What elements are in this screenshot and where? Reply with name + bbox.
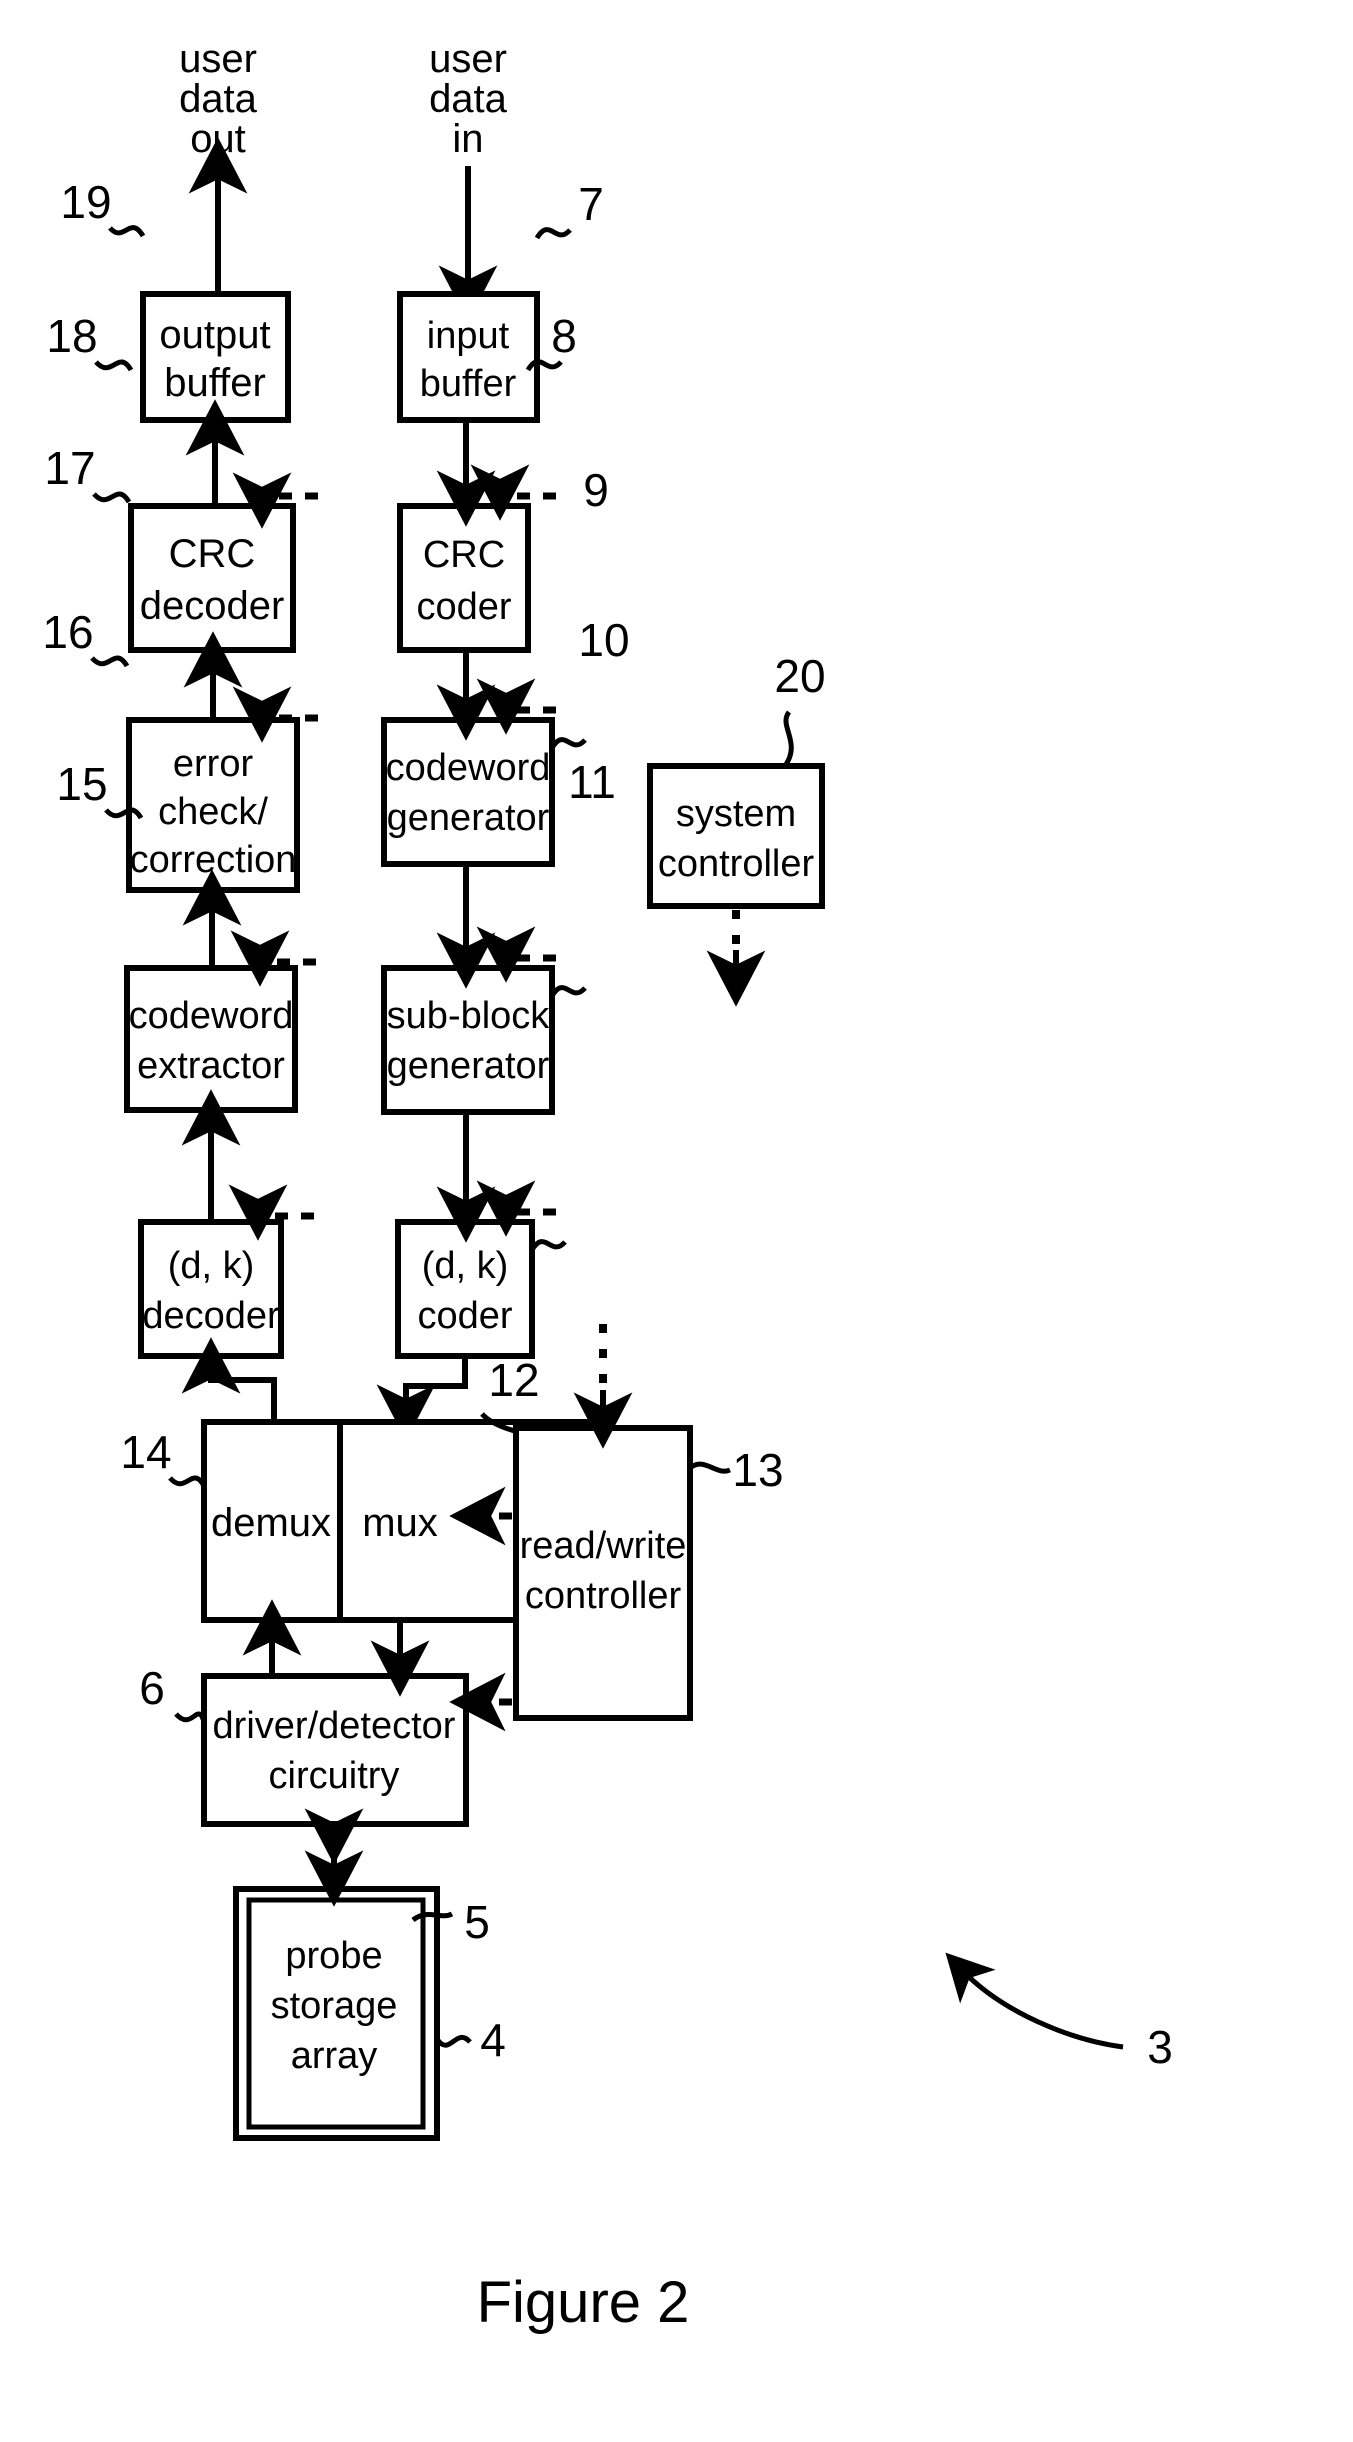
- node-error-check-correction[interactable]: error check/ correction: [126, 717, 300, 893]
- ref-16: 16: [42, 606, 130, 668]
- svg-text:sub-block: sub-block: [387, 995, 551, 1037]
- svg-text:storage: storage: [271, 1985, 398, 2027]
- ref-7: 7: [534, 178, 604, 240]
- control-stub-dk-decoder: [228, 1184, 314, 1241]
- ref-9: 9: [549, 464, 609, 750]
- svg-text:coder: coder: [417, 1295, 512, 1337]
- svg-text:driver/detector: driver/detector: [213, 1705, 456, 1747]
- svg-text:6: 6: [139, 1662, 165, 1714]
- svg-text:9: 9: [583, 464, 609, 516]
- svg-text:16: 16: [42, 606, 93, 658]
- user-data-in-label: user data in: [429, 37, 508, 161]
- svg-text:check/: check/: [158, 791, 268, 833]
- ref-3-overall: 3: [945, 1952, 1173, 2073]
- svg-text:controller: controller: [525, 1575, 682, 1617]
- ref-6: 6: [139, 1662, 207, 1723]
- svg-text:mux: mux: [362, 1501, 438, 1545]
- svg-text:probe: probe: [285, 1935, 382, 1977]
- control-stub-codeword-extractor: [230, 930, 316, 987]
- svg-text:user: user: [429, 37, 507, 81]
- svg-text:codeword: codeword: [386, 747, 551, 789]
- svg-text:circuitry: circuitry: [269, 1755, 400, 1797]
- ref-13: 13: [688, 1444, 784, 1496]
- svg-text:10: 10: [578, 614, 629, 666]
- ref-14: 14: [120, 1426, 207, 1488]
- svg-text:decoder: decoder: [140, 584, 285, 628]
- svg-text:buffer: buffer: [164, 361, 266, 405]
- svg-text:generator: generator: [387, 797, 550, 839]
- node-driver-detector[interactable]: driver/detector circuitry: [201, 1673, 469, 1827]
- svg-text:8: 8: [551, 310, 577, 362]
- read-write-controller-box[interactable]: [513, 1425, 693, 1721]
- wire-dkcoder-to-mux: [376, 1356, 468, 1441]
- node-sub-block-generator[interactable]: sub-block generator: [381, 965, 555, 1115]
- svg-text:extractor: extractor: [137, 1045, 285, 1087]
- patent-figure-2: user data out user data in output buffer…: [42, 37, 1173, 2335]
- svg-text:CRC: CRC: [423, 534, 505, 576]
- svg-text:coder: coder: [416, 586, 511, 628]
- control-stub-dk-coder: [476, 1180, 556, 1237]
- svg-text:read/write: read/write: [520, 1525, 687, 1567]
- svg-text:out: out: [190, 117, 246, 161]
- svg-text:12: 12: [488, 1354, 539, 1406]
- node-input-buffer[interactable]: input buffer: [397, 291, 540, 423]
- figure-caption: Figure 2: [477, 2270, 690, 2335]
- control-stub-crc-coder: [470, 464, 556, 521]
- control-stub-sub-block-generator: [476, 926, 556, 983]
- wire-demux-to-dkdecoder: [181, 1337, 277, 1420]
- node-crc-decoder[interactable]: CRC decoder: [128, 503, 296, 653]
- ref-4: 4: [434, 2014, 506, 2066]
- control-stub-error-check: [232, 686, 318, 743]
- svg-text:17: 17: [44, 442, 95, 494]
- svg-text:5: 5: [464, 1896, 490, 1948]
- ref-17: 17: [44, 442, 132, 504]
- svg-text:(d, k): (d, k): [422, 1245, 509, 1287]
- svg-text:demux: demux: [211, 1501, 331, 1545]
- svg-text:20: 20: [774, 650, 825, 702]
- svg-text:15: 15: [56, 758, 107, 810]
- svg-text:data: data: [429, 77, 508, 121]
- ref-19: 19: [60, 176, 146, 238]
- svg-text:CRC: CRC: [169, 532, 256, 576]
- svg-text:18: 18: [46, 310, 97, 362]
- node-dk-coder[interactable]: (d, k) coder: [395, 1219, 535, 1359]
- node-codeword-generator[interactable]: codeword generator: [381, 717, 555, 867]
- node-codeword-extractor[interactable]: codeword extractor: [124, 965, 298, 1113]
- svg-text:in: in: [452, 117, 483, 161]
- control-stub-codeword-generator: [476, 678, 556, 735]
- node-output-buffer[interactable]: output buffer: [140, 291, 291, 423]
- svg-text:correction: correction: [130, 839, 297, 881]
- svg-text:3: 3: [1147, 2021, 1173, 2073]
- node-dk-decoder[interactable]: (d, k) decoder: [138, 1219, 284, 1359]
- svg-text:system: system: [676, 793, 796, 835]
- system-controller-box[interactable]: [647, 763, 825, 909]
- svg-text:decoder: decoder: [142, 1295, 280, 1337]
- svg-text:array: array: [291, 2035, 378, 2077]
- node-crc-coder[interactable]: CRC coder: [397, 503, 531, 653]
- svg-text:19: 19: [60, 176, 111, 228]
- svg-text:codeword: codeword: [129, 995, 294, 1037]
- svg-text:14: 14: [120, 1426, 171, 1478]
- user-data-out-label: user data out: [179, 37, 258, 161]
- svg-text:data: data: [179, 77, 258, 121]
- ref-20: 20: [774, 650, 826, 768]
- svg-text:error: error: [173, 743, 254, 785]
- svg-text:4: 4: [480, 2014, 506, 2066]
- svg-text:input: input: [427, 315, 510, 357]
- svg-text:11: 11: [568, 756, 616, 808]
- svg-text:buffer: buffer: [420, 363, 517, 405]
- svg-text:user: user: [179, 37, 257, 81]
- svg-text:controller: controller: [658, 843, 815, 885]
- svg-text:output: output: [159, 313, 270, 357]
- svg-text:generator: generator: [387, 1045, 550, 1087]
- svg-text:7: 7: [578, 178, 604, 230]
- control-stub-crc-decoder: [232, 472, 318, 529]
- ref-18: 18: [46, 310, 134, 372]
- svg-text:13: 13: [732, 1444, 783, 1496]
- svg-text:(d, k): (d, k): [168, 1245, 255, 1287]
